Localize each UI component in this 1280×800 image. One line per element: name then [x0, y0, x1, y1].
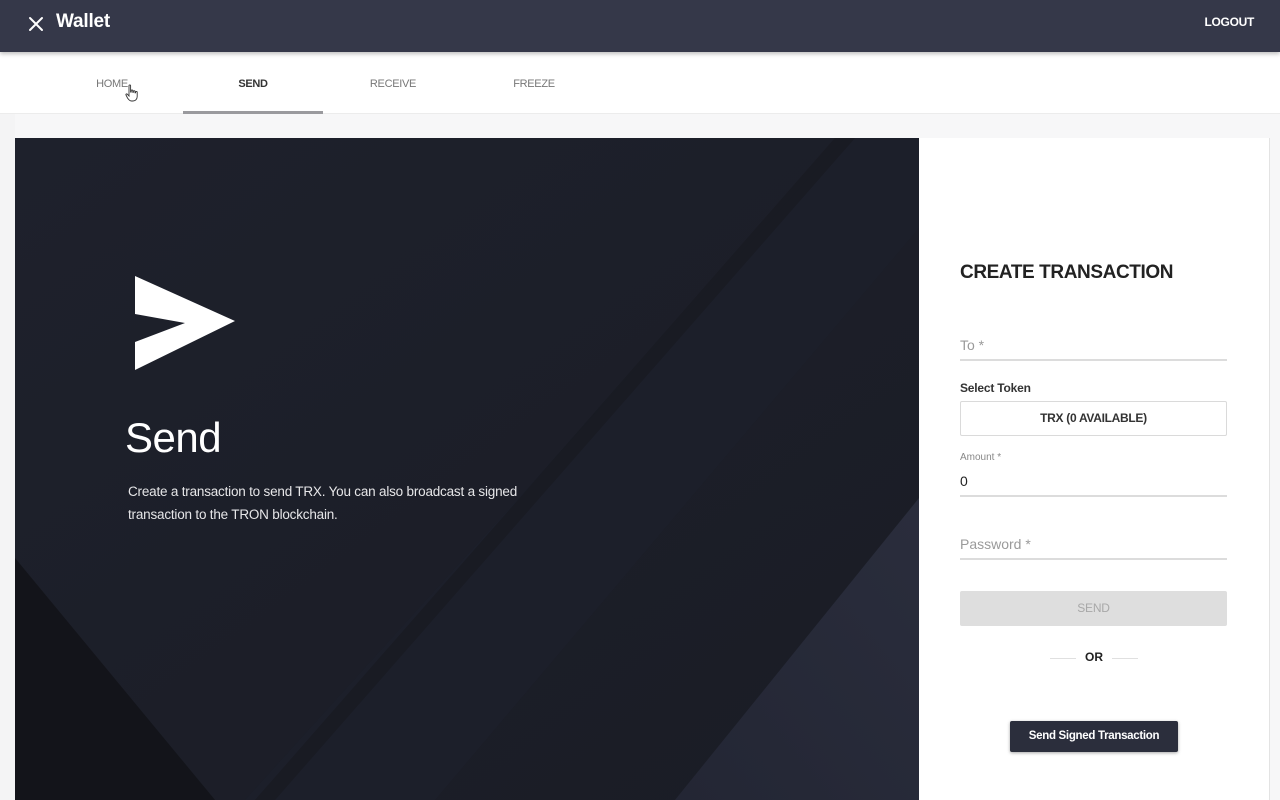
send-arrow-icon	[135, 276, 235, 370]
send-hero-panel: Send Create a transaction to send TRX. Y…	[15, 138, 919, 800]
password-underline	[960, 558, 1227, 560]
amount-label: Amount *	[960, 452, 1002, 463]
tab-receive[interactable]: RECEIVE	[323, 52, 463, 114]
send-button[interactable]: SEND	[960, 591, 1227, 626]
page-margin	[0, 114, 15, 800]
hero-description: Create a transaction to send TRX. You ca…	[128, 484, 518, 522]
hero-title: Send	[125, 414, 222, 461]
create-transaction-panel: CREATE TRANSACTION To * Select Token TRX…	[919, 138, 1270, 800]
app-bar: Wallet LOGOUT	[0, 0, 1280, 52]
password-field[interactable]: Password *	[960, 534, 1227, 562]
select-token-label: Select Token	[960, 381, 1031, 395]
tab-freeze[interactable]: FREEZE	[464, 52, 604, 114]
tab-send[interactable]: SEND	[183, 52, 323, 114]
form-title: CREATE TRANSACTION	[960, 262, 1174, 283]
tab-bar: HOME SEND RECEIVE FREEZE	[0, 52, 1280, 114]
to-placeholder: To *	[960, 337, 985, 353]
or-label: OR	[1085, 650, 1103, 664]
to-field[interactable]: To *	[960, 334, 1227, 362]
to-underline	[960, 359, 1227, 361]
hand-cursor-icon	[125, 84, 138, 102]
amount-underline	[960, 495, 1227, 497]
app-title: Wallet	[56, 11, 111, 32]
password-placeholder: Password *	[960, 536, 1031, 552]
close-icon	[29, 17, 43, 31]
amount-input[interactable]	[960, 473, 1227, 489]
hero-background	[15, 138, 919, 800]
or-divider: OR	[1050, 650, 1138, 666]
amount-field[interactable]: Amount *	[960, 451, 1227, 499]
divider-line-right	[1112, 658, 1138, 659]
logout-button[interactable]: LOGOUT	[1204, 15, 1254, 29]
send-signed-transaction-button[interactable]: Send Signed Transaction	[1010, 721, 1178, 752]
token-select[interactable]: TRX (0 AVAILABLE)	[960, 401, 1227, 436]
tab-home[interactable]: HOME	[42, 52, 182, 114]
close-button[interactable]	[24, 12, 48, 36]
